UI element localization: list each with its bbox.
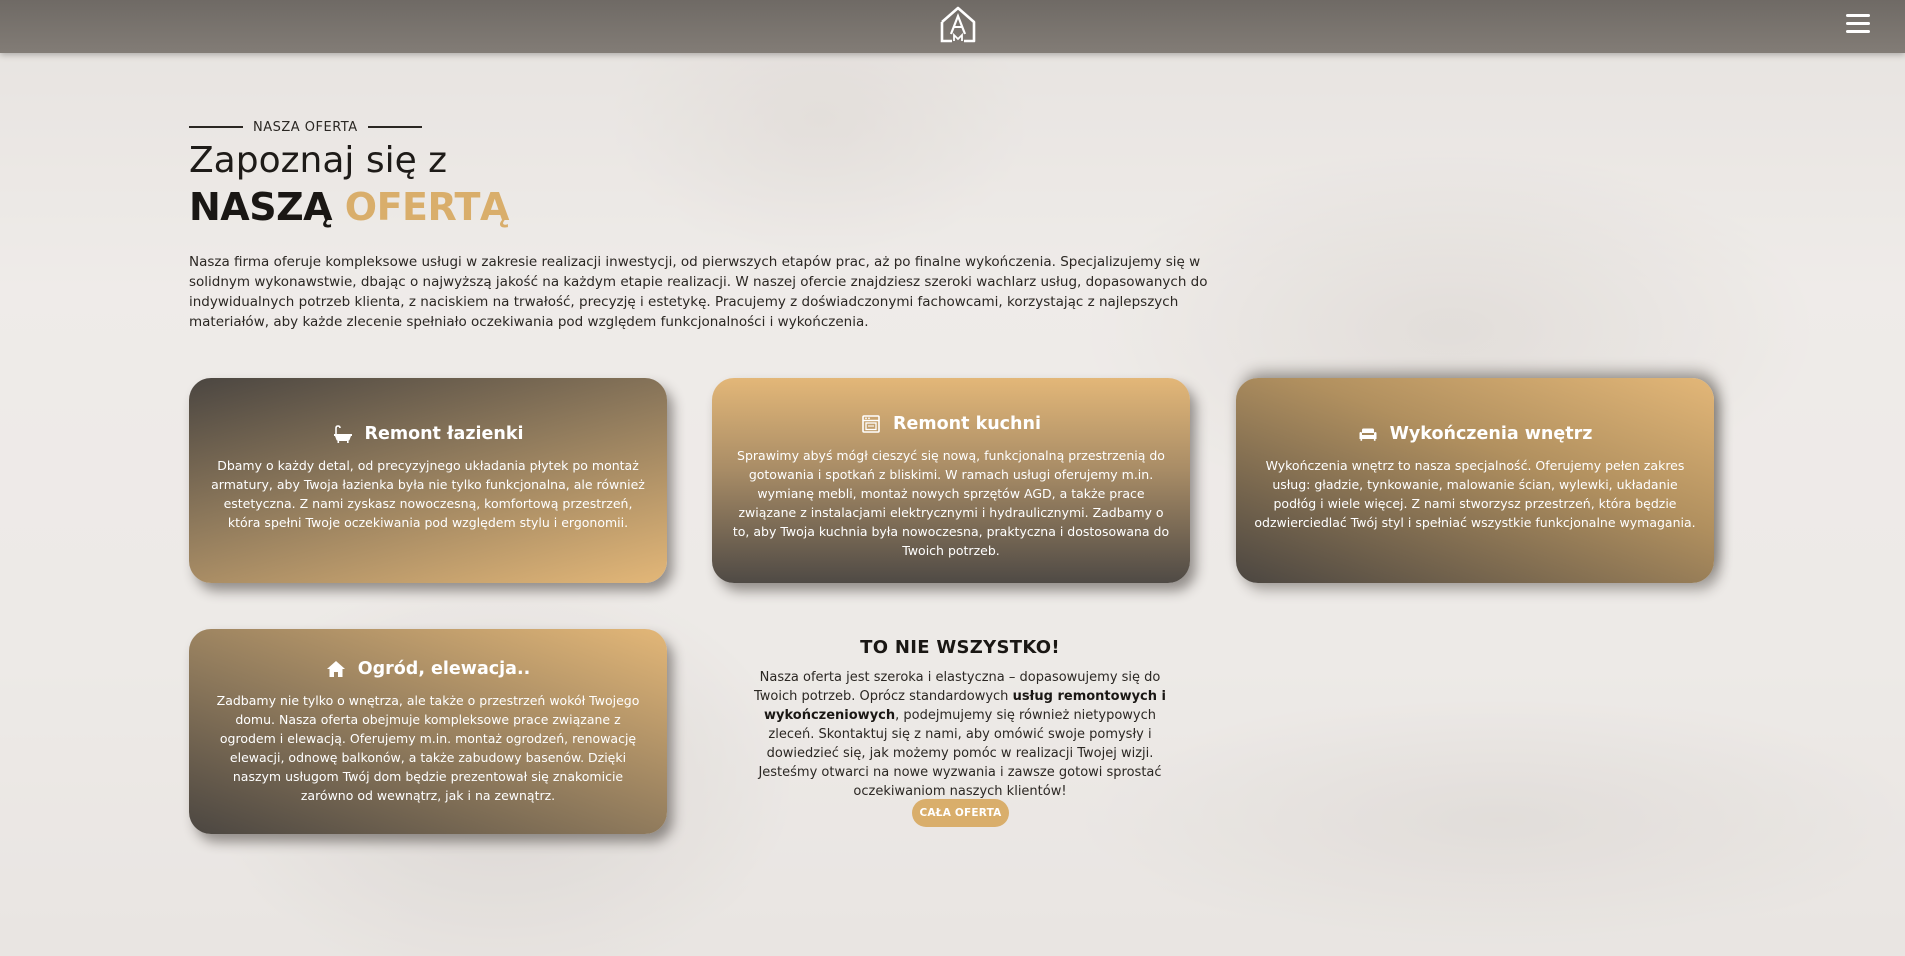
title-bold-gold: OFERTĄ — [344, 185, 510, 229]
eyebrow-line-left — [189, 126, 243, 128]
eyebrow-line-right — [367, 126, 422, 128]
more-title: TO NIE WSZYSTKO! — [860, 637, 1060, 658]
hamburger-menu-icon[interactable] — [1846, 14, 1870, 36]
card-text: Sprawimy abyś mógł cieszyć się nową, fun… — [732, 448, 1170, 558]
intro-paragraph: Nasza firma oferuje kompleksowe usługi w… — [189, 254, 1208, 330]
house-icon — [326, 661, 345, 677]
card-text: Wykończenia wnętrz to nasza specjalność.… — [1254, 458, 1696, 530]
card-text: Dbamy o każdy detal, od precyzyjnego ukł… — [211, 458, 645, 530]
card-title: Remont kuchni — [893, 414, 1041, 434]
card-title-row: Ogród, elewacja.. — [207, 659, 649, 679]
section-title-bold: NASZĄ OFERTĄ — [189, 185, 509, 229]
logo-icon[interactable] — [938, 4, 978, 44]
offer-card-kitchen[interactable]: Remont kuchni Sprawimy abyś mógł cieszyć… — [712, 378, 1190, 583]
card-title-row: Remont kuchni — [730, 414, 1172, 434]
card-text: Zadbamy nie tylko o wnętrza, ale także o… — [216, 693, 640, 803]
sofa-icon — [1359, 428, 1377, 441]
offer-section: NASZA OFERTA Zapoznaj się z NASZĄ OFERTĄ… — [0, 0, 1905, 956]
offer-card-interiors[interactable]: Wykończenia wnętrz Wykończenia wnętrz to… — [1236, 378, 1714, 583]
eyebrow-label: NASZA OFERTA — [253, 119, 358, 135]
card-title: Remont łazienki — [364, 424, 524, 444]
card-title-row: Wykończenia wnętrz — [1254, 424, 1696, 444]
bathtub-icon — [333, 425, 352, 443]
more-offer-block: TO NIE WSZYSTKO! Nasza oferta jest szero… — [740, 637, 1180, 801]
section-title-light: Zapoznaj się z — [189, 140, 448, 181]
card-title: Ogród, elewacja.. — [357, 659, 531, 679]
card-title: Wykończenia wnętrz — [1389, 424, 1593, 444]
section-eyebrow: NASZA OFERTA — [189, 117, 422, 137]
title-bold-dark: NASZĄ — [189, 185, 333, 229]
offer-card-bathroom[interactable]: Remont łazienki Dbamy o każdy detal, od … — [189, 378, 667, 583]
kitchen-stove-icon — [862, 415, 880, 433]
full-offer-button[interactable]: CAŁA OFERTA — [912, 799, 1009, 827]
more-text: Nasza oferta jest szeroka i elastyczna –… — [740, 668, 1180, 801]
card-title-row: Remont łazienki — [207, 424, 649, 444]
offer-card-garden[interactable]: Ogród, elewacja.. Zadbamy nie tylko o wn… — [189, 629, 667, 834]
top-navigation-bar — [0, 0, 1905, 53]
